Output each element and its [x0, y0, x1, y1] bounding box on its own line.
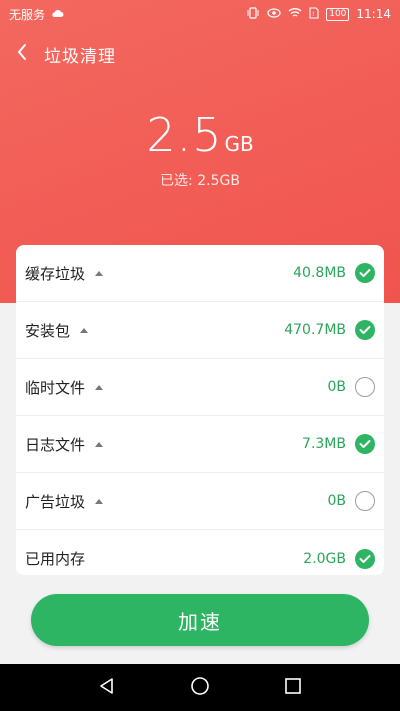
- selected-size-text: 已选: 2.5GB: [160, 173, 240, 189]
- total-size-unit: GB: [224, 132, 254, 156]
- status-left: 无服务: [9, 6, 64, 23]
- caret-up-icon[interactable]: [95, 441, 104, 447]
- vibrate-icon: [246, 6, 260, 22]
- item-size: 0B: [327, 493, 346, 509]
- junk-item-cache[interactable]: 缓存垃圾 40.8MB: [16, 245, 384, 302]
- caret-up-icon[interactable]: [95, 270, 104, 276]
- carrier-text: 无服务: [9, 7, 46, 22]
- item-size: 7.3MB: [302, 436, 346, 452]
- wifi-icon: [288, 7, 302, 21]
- eye-icon: [267, 7, 281, 21]
- item-label: 安装包: [25, 321, 71, 340]
- battery-indicator: 100: [326, 7, 350, 21]
- sim-icon: !: [309, 6, 319, 22]
- cloud-icon: [51, 7, 64, 21]
- nav-back-button[interactable]: [87, 668, 127, 708]
- clock-text: 11:14: [356, 7, 391, 21]
- back-button[interactable]: [2, 36, 42, 72]
- app-header: 垃圾清理: [0, 36, 400, 72]
- item-size: 0B: [327, 379, 346, 395]
- junk-item-apk[interactable]: 安装包 470.7MB: [16, 302, 384, 359]
- nav-home-button[interactable]: [180, 668, 220, 708]
- total-size: 2.5 GB: [0, 108, 400, 162]
- system-nav-bar: [0, 664, 400, 711]
- check-circle-icon[interactable]: [355, 320, 375, 340]
- item-label: 已用内存: [25, 550, 86, 568]
- junk-list: 缓存垃圾 40.8MB 安装包 470.7MB 临时文件 0B 日志文件 7.3…: [16, 245, 384, 575]
- square-recents-icon: [284, 677, 302, 699]
- junk-item-log[interactable]: 日志文件 7.3MB: [16, 416, 384, 473]
- item-size: 40.8MB: [293, 265, 346, 281]
- status-bar: 无服务 ! 100 11:14: [0, 0, 400, 28]
- item-label: 日志文件: [25, 435, 86, 454]
- page-title: 垃圾清理: [44, 46, 116, 67]
- empty-circle-icon[interactable]: [355, 491, 375, 511]
- triangle-back-icon: [98, 677, 116, 699]
- check-circle-icon[interactable]: [355, 434, 375, 454]
- item-label: 广告垃圾: [25, 492, 86, 511]
- total-size-value: 2.5: [146, 108, 223, 162]
- junk-item-ads[interactable]: 广告垃圾 0B: [16, 473, 384, 530]
- junk-item-temp[interactable]: 临时文件 0B: [16, 359, 384, 416]
- item-label: 临时文件: [25, 378, 86, 397]
- item-size: 2.0GB: [303, 550, 346, 567]
- empty-circle-icon[interactable]: [355, 377, 375, 397]
- nav-recents-button[interactable]: [273, 668, 313, 708]
- caret-up-icon[interactable]: [95, 384, 104, 390]
- circle-home-icon: [190, 676, 210, 700]
- boost-button[interactable]: 加速: [31, 594, 369, 646]
- check-circle-icon[interactable]: [355, 548, 375, 569]
- junk-item-memory[interactable]: 已用内存 2.0GB: [16, 530, 384, 575]
- item-label: 缓存垃圾: [25, 264, 86, 283]
- chevron-left-icon: [16, 43, 28, 65]
- svg-text:!: !: [312, 11, 314, 18]
- caret-up-icon[interactable]: [95, 498, 104, 504]
- item-size: 470.7MB: [284, 322, 346, 338]
- status-right: ! 100 11:14: [246, 6, 391, 22]
- caret-up-icon[interactable]: [80, 327, 89, 333]
- check-circle-icon[interactable]: [355, 263, 375, 283]
